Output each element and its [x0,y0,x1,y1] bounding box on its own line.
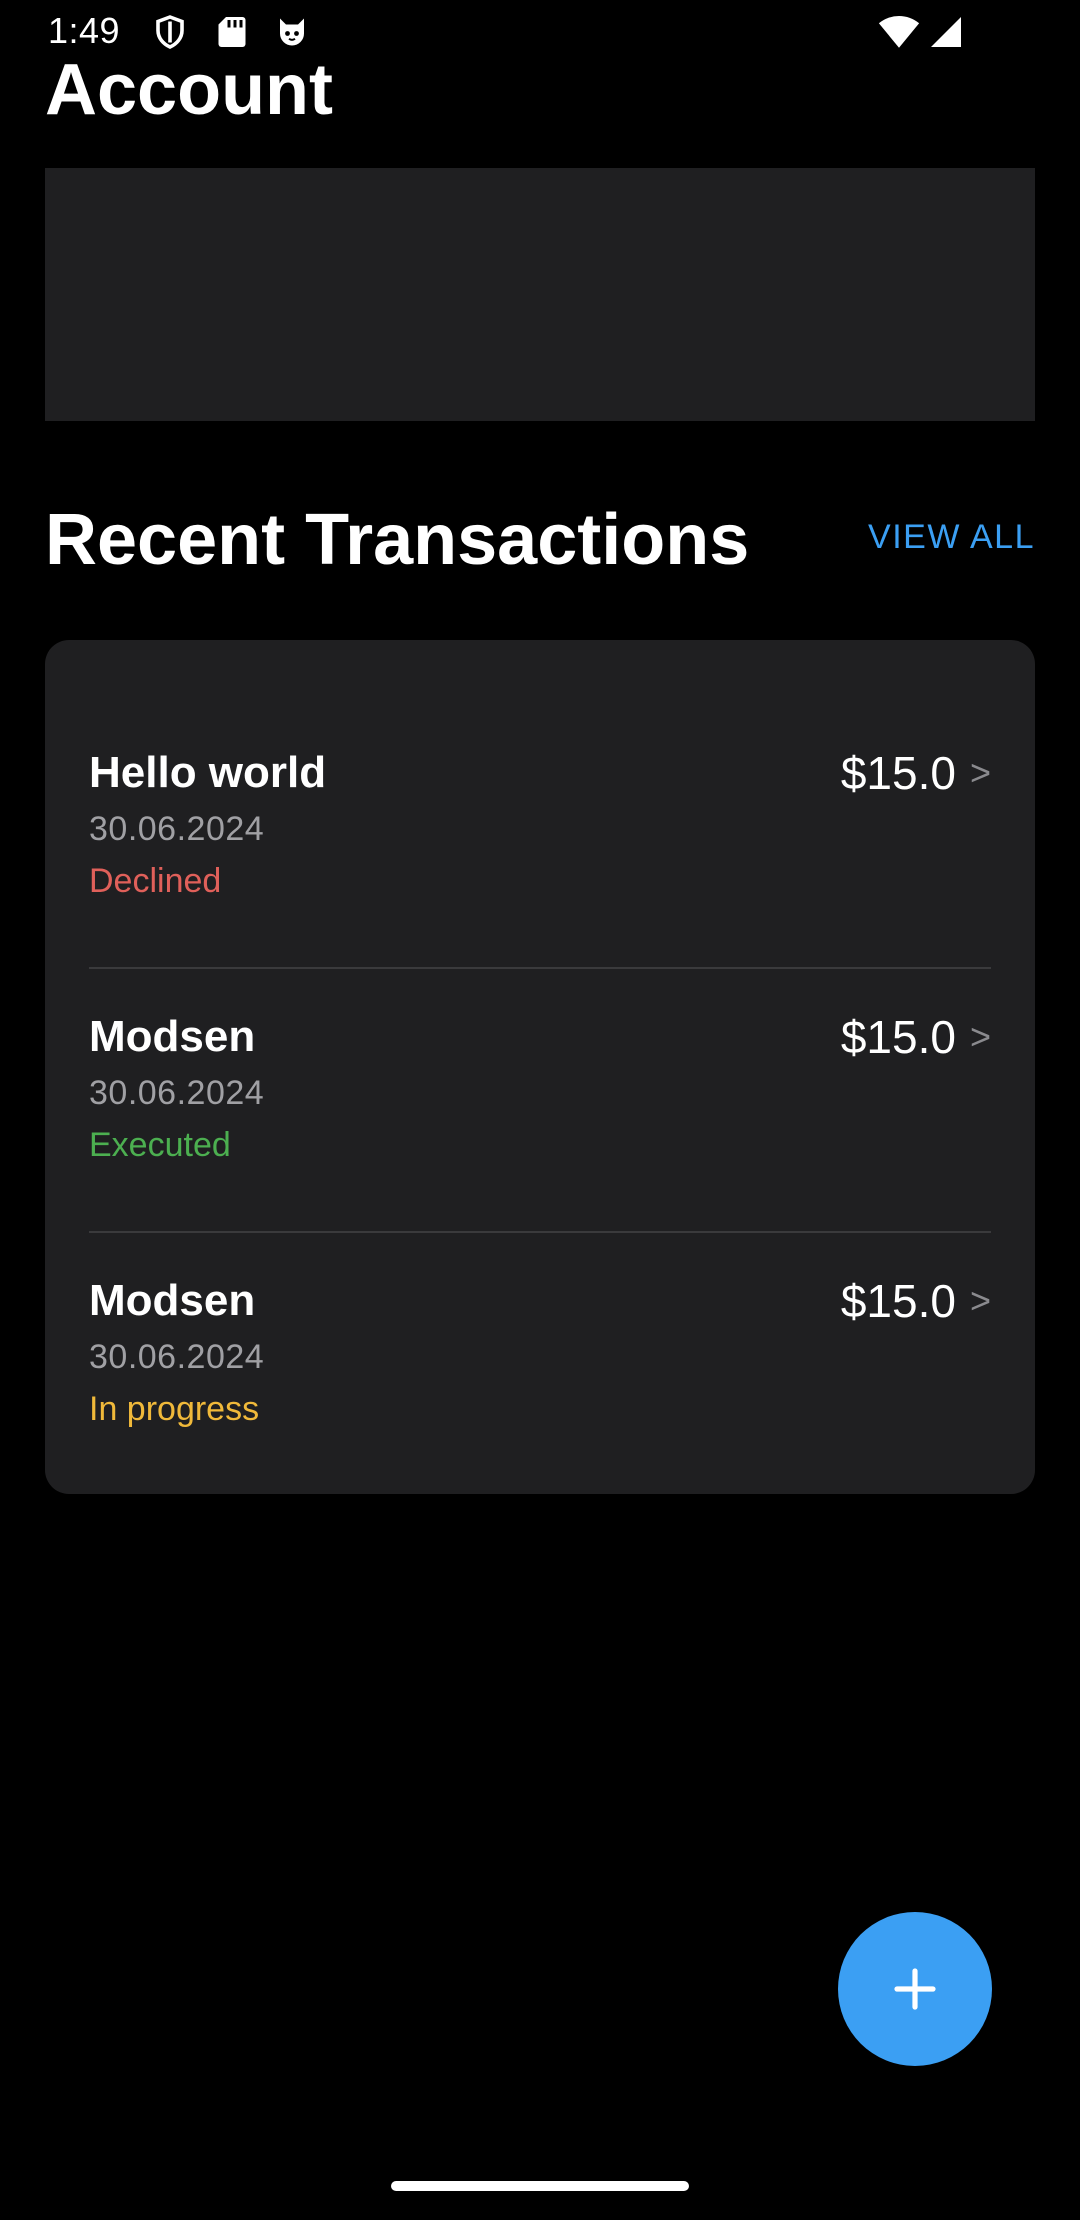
transaction-amount: $15.0 [840,747,956,799]
signal-icon [928,14,964,50]
recent-transactions-title: Recent Transactions [45,500,750,580]
transaction-amount-group: $15.0 > [841,740,991,806]
view-all-link[interactable]: VIEW ALL [868,518,1035,557]
home-indicator[interactable] [391,2181,689,2191]
transaction-date: 30.06.2024 [89,1338,265,1376]
add-transaction-button[interactable] [838,1912,992,2066]
wifi-icon [878,14,920,50]
plus-icon [891,1965,939,2013]
transaction-row[interactable]: Modsen 30.06.2024 Executed $15.0 > [89,1004,991,1268]
transaction-date: 30.06.2024 [89,810,265,848]
transactions-card: Hello world 30.06.2024 Declined $15.0 > … [45,640,1035,1494]
transaction-name: Hello world [89,748,327,797]
chevron-right-icon: > [969,1016,991,1057]
divider [89,967,991,969]
page-title: Account [45,50,333,130]
transaction-amount: $15.0 [840,1275,956,1327]
transaction-amount-group: $15.0 > [841,1004,991,1070]
chevron-right-icon: > [969,1280,991,1321]
divider [89,1231,991,1233]
transaction-status: Executed [89,1126,231,1164]
transaction-row[interactable]: Modsen 30.06.2024 In progress $15.0 > [89,1268,991,1532]
transaction-name: Modsen [89,1012,256,1061]
chevron-right-icon: > [969,752,991,793]
sd-card-icon [214,14,250,50]
cat-face-icon [274,14,310,50]
account-summary-card [45,168,1035,421]
status-time: 1:49 [48,10,121,51]
transaction-status: In progress [89,1390,260,1428]
transaction-row[interactable]: Hello world 30.06.2024 Declined $15.0 > [89,740,991,1004]
transaction-amount: $15.0 [840,1011,956,1063]
transaction-date: 30.06.2024 [89,1074,265,1112]
transaction-status: Declined [89,862,222,900]
shield-icon [152,14,188,50]
transaction-amount-group: $15.0 > [841,1268,991,1334]
transaction-name: Modsen [89,1276,256,1325]
